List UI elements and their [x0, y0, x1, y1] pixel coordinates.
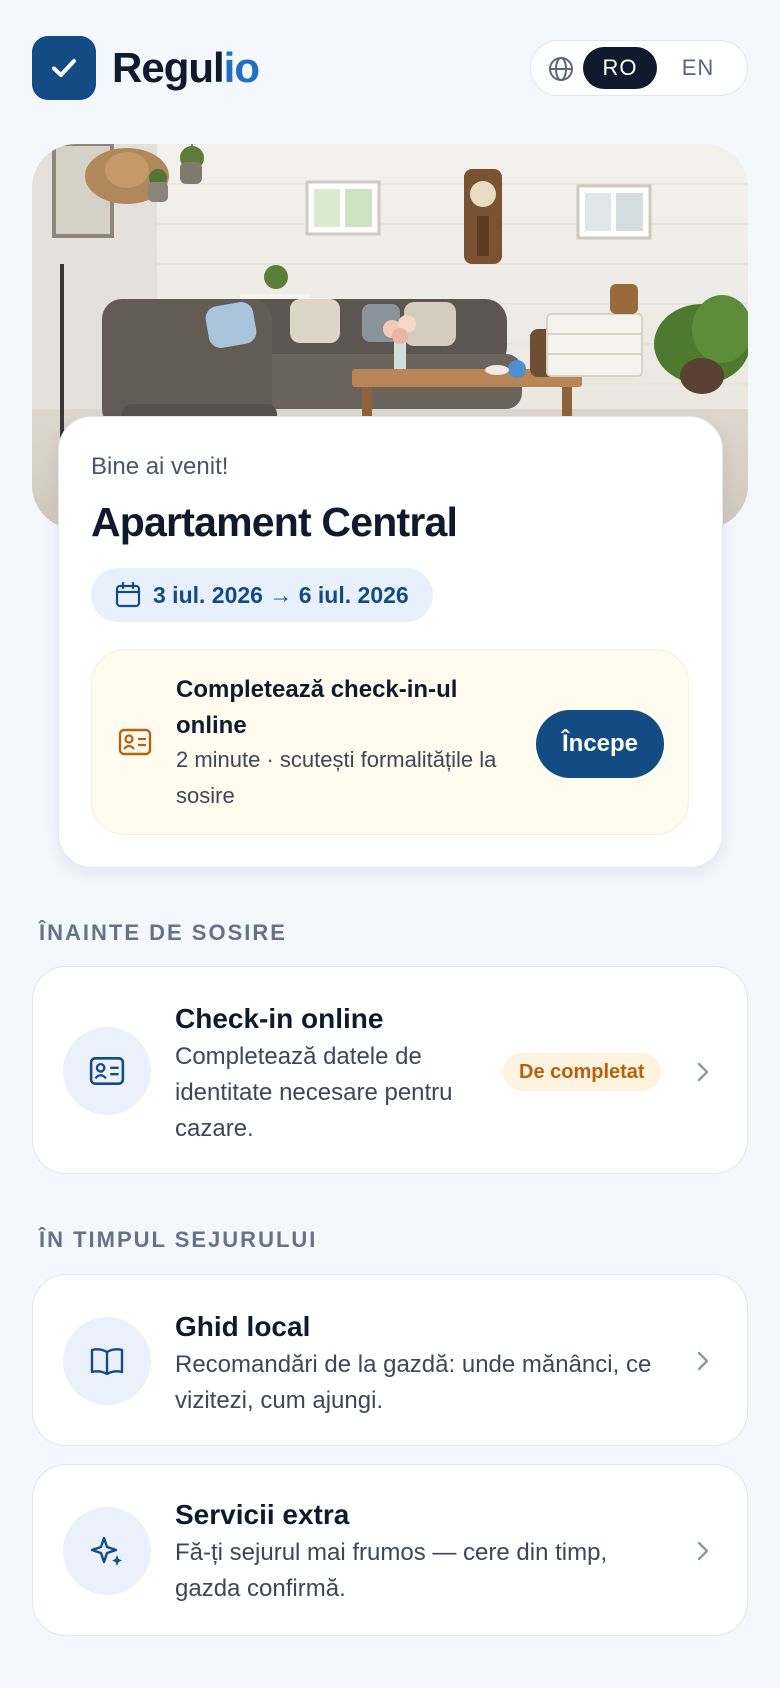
item-description: Fă-ți sejurul mai frumos — cere din timp… — [175, 1539, 608, 1602]
status-badge: De completat — [503, 1053, 661, 1091]
item-title: Ghid local — [175, 1311, 311, 1342]
property-name: Apartament Central — [91, 499, 458, 545]
stay-dates-pill: 3 iul. 2026 → 6 iul. 2026 — [91, 568, 433, 622]
id-card-icon — [118, 728, 152, 756]
item-icon-circle — [63, 1317, 151, 1405]
section-label-during-stay: ÎN TIMPUL SEJURULUI — [39, 1227, 318, 1252]
book-icon — [90, 1348, 124, 1376]
item-title: Check-in online — [175, 1003, 384, 1034]
item-title: Servicii extra — [175, 1499, 350, 1530]
start-checkin-button[interactable]: Începe — [536, 710, 664, 778]
chevron-right-icon — [697, 1541, 709, 1561]
checkin-banner-title: Completează check-in-ul online — [176, 676, 458, 739]
welcome-card: Bine ai venit! Apartament Central 3 iul.… — [58, 416, 723, 868]
calendar-icon — [115, 582, 141, 608]
item-icon-circle — [63, 1507, 151, 1595]
checkin-banner[interactable]: Completează check-in-ul online 2 minute … — [91, 649, 689, 835]
item-icon-circle — [63, 1027, 151, 1115]
item-description: Recomandări de la gazdă: unde mănânci, c… — [175, 1351, 652, 1414]
list-item-checkin-online[interactable]: Check-in online Completează datele de id… — [32, 966, 748, 1174]
chevron-right-icon — [697, 1062, 709, 1082]
brand-name: Regulio — [112, 44, 260, 91]
id-card-icon — [89, 1057, 125, 1085]
globe-icon — [549, 57, 573, 81]
language-option-en[interactable]: EN — [661, 47, 735, 89]
item-description: Completează datele de identitate necesar… — [175, 1043, 453, 1142]
sparkle-icon — [90, 1536, 122, 1566]
logo-check-icon — [32, 36, 96, 100]
language-switcher: RO EN — [530, 40, 748, 96]
chevron-right-icon — [697, 1351, 709, 1371]
section-label-before-arrival: ÎNAINTE DE SOSIRE — [39, 920, 287, 945]
checkin-banner-subtitle: 2 minute · scutești formalitățile la sos… — [176, 747, 497, 808]
greeting-text: Bine ai venit! — [91, 453, 229, 480]
language-option-ro[interactable]: RO — [583, 47, 657, 89]
stay-dates-text: 3 iul. 2026 → 6 iul. 2026 — [153, 582, 409, 608]
list-item-extra-services[interactable]: Servicii extra Fă-ți sejurul mai frumos … — [32, 1464, 748, 1636]
app-header: Regulio RO EN — [32, 36, 748, 100]
list-item-local-guide[interactable]: Ghid local Recomandări de la gazdă: unde… — [32, 1274, 748, 1446]
